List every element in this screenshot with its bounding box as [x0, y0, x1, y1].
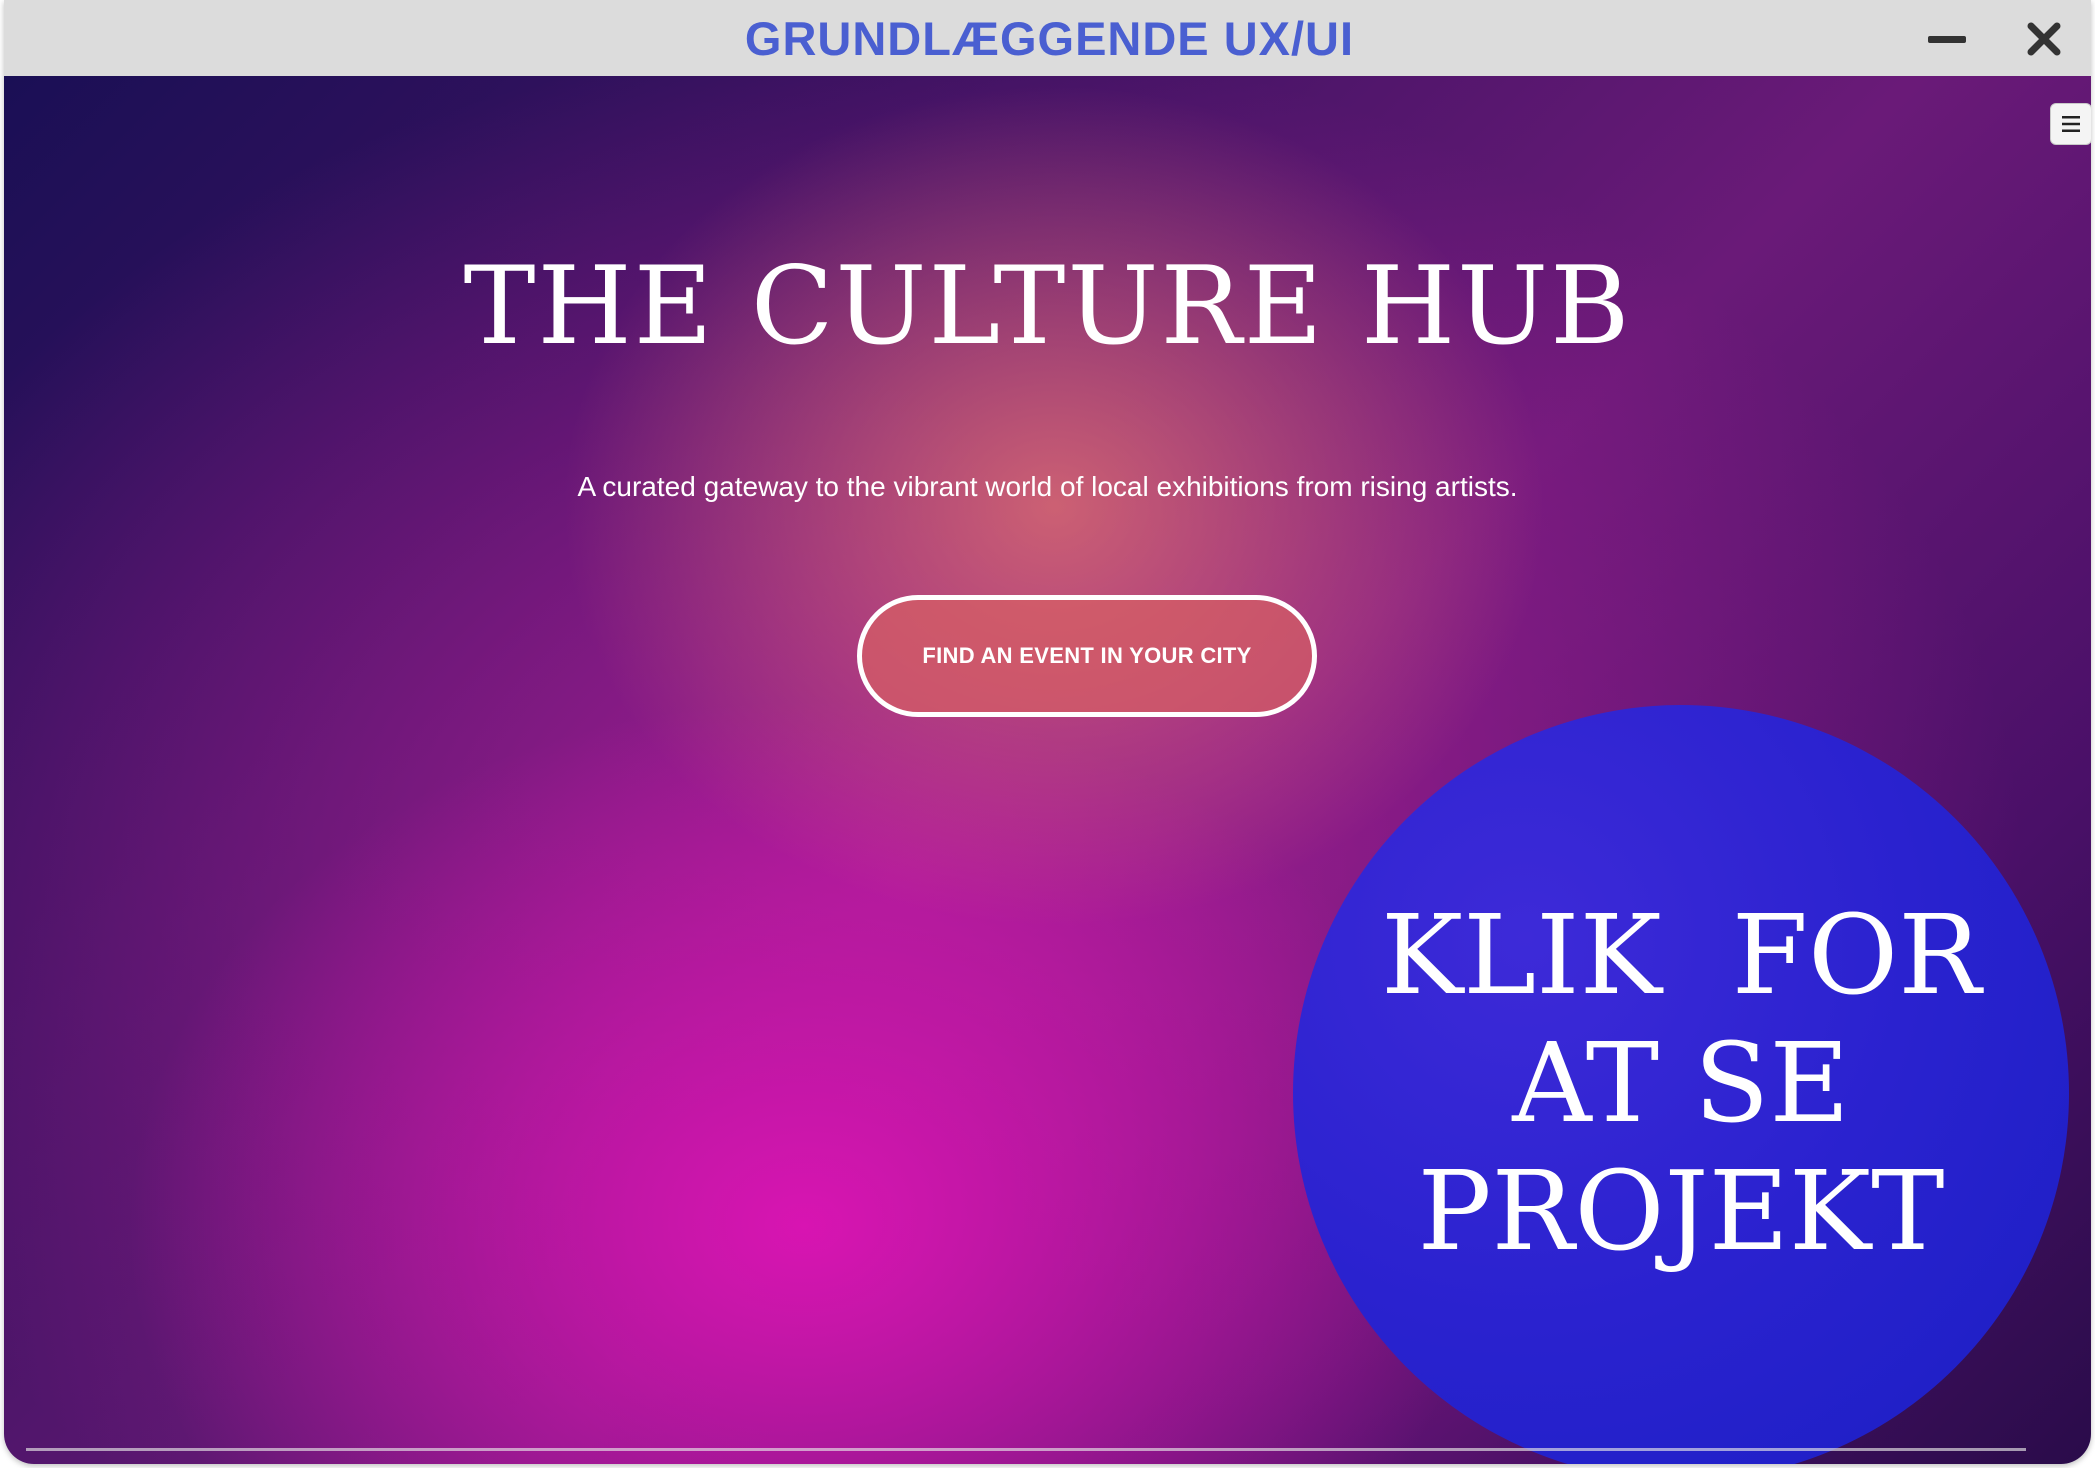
close-button[interactable] [2019, 14, 2069, 64]
app-window: GRUNDLÆGGENDE UX/UI THE CULTURE HUB A cu… [4, 0, 2091, 1464]
overlay-line-3: PROJEKT [1417, 1147, 1945, 1275]
hamburger-menu-icon [2062, 116, 2080, 132]
hero-title: THE CULTURE HUB [463, 244, 1632, 369]
overlay-line-2: AT SE [1512, 1019, 1850, 1147]
title-bar: GRUNDLÆGGENDE UX/UI [4, 0, 2091, 76]
hero-section: THE CULTURE HUB A curated gateway to the… [4, 76, 2091, 1464]
window-title: GRUNDLÆGGENDE UX/UI [744, 11, 1355, 65]
overlay-line-1: KLIK FOR [1380, 891, 1982, 1019]
minimize-button[interactable] [1922, 14, 1972, 64]
overlay-text: KLIK FOR AT SE PROJEKT [1381, 891, 1981, 1275]
find-event-button-label: FIND AN EVENT IN YOUR CITY [922, 643, 1252, 668]
close-icon [2027, 22, 2061, 56]
horizontal-scrollbar[interactable] [26, 1448, 2026, 1451]
view-project-overlay-button[interactable]: KLIK FOR AT SE PROJEKT [1293, 705, 2069, 1464]
minus-icon [1928, 35, 1966, 43]
hero-tagline: A curated gateway to the vibrant world o… [577, 471, 1518, 502]
find-event-button[interactable]: FIND AN EVENT IN YOUR CITY [857, 595, 1317, 717]
menu-button[interactable] [2050, 103, 2091, 145]
